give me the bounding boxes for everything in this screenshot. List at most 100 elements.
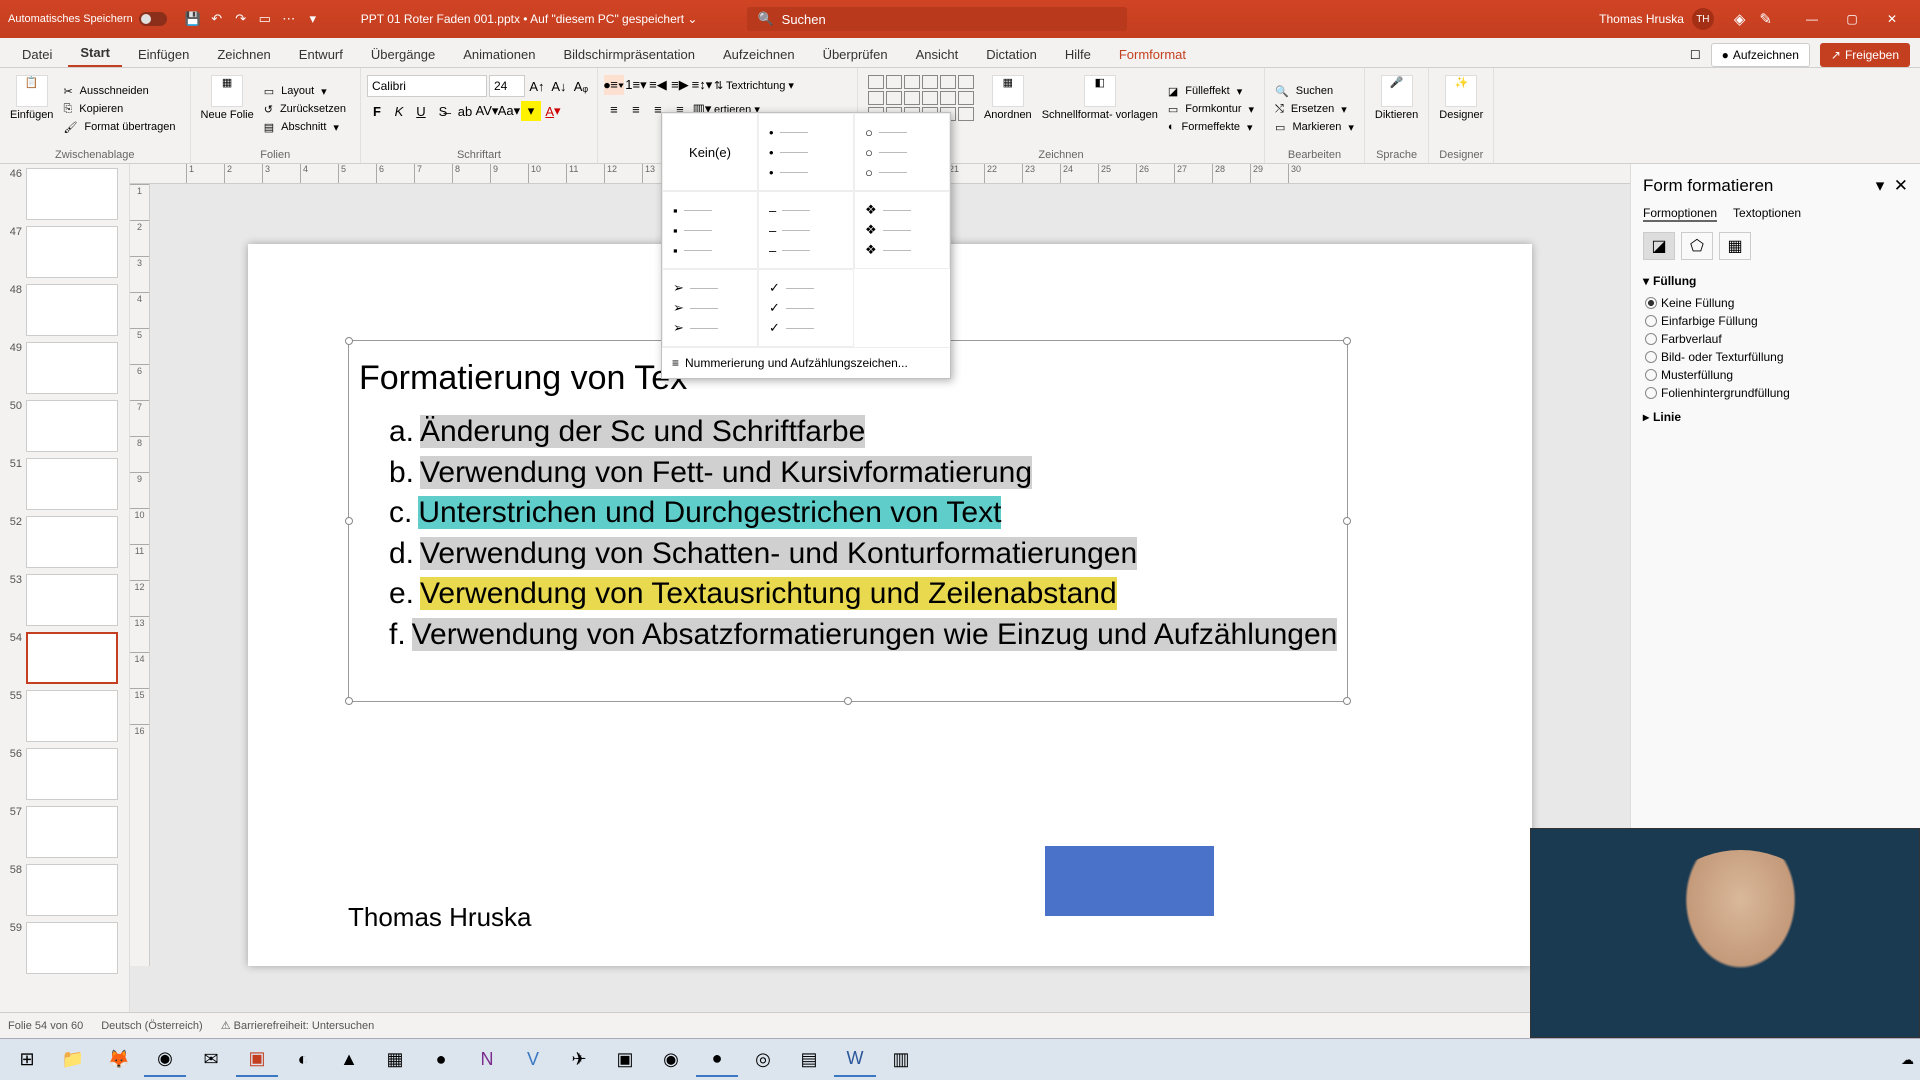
slide-thumb-58[interactable] <box>26 864 118 916</box>
cut-button[interactable]: ✂ Ausschneiden <box>59 83 156 99</box>
slide-thumb-57[interactable] <box>26 806 118 858</box>
slideshow-icon[interactable]: ▭ <box>257 11 273 27</box>
redo-icon[interactable]: ↷ <box>233 11 249 27</box>
tab-uebergaenge[interactable]: Übergänge <box>359 42 447 67</box>
line-spacing-icon[interactable]: ≡↕▾ <box>692 75 712 95</box>
grow-font-icon[interactable]: A↑ <box>527 76 547 96</box>
powerpoint-icon[interactable]: ▣ <box>236 1043 278 1077</box>
slide-thumbnails[interactable]: 4647484950515253545556575859 <box>0 164 130 1012</box>
tab-bildschirm[interactable]: Bildschirmpräsentation <box>551 42 707 67</box>
app9-icon[interactable]: ▥ <box>880 1043 922 1077</box>
select-button[interactable]: ▭ Markieren ▾ <box>1271 119 1358 135</box>
list-item[interactable]: e.Verwendung von Textausrichtung und Zei… <box>389 574 1347 615</box>
slide-thumb-51[interactable] <box>26 458 118 510</box>
format-painter-button[interactable]: 🖌 Format übertragen <box>59 119 183 135</box>
strike-button[interactable]: S̶ <box>433 101 453 121</box>
tab-formformat[interactable]: Formformat <box>1107 42 1198 67</box>
case-button[interactable]: Aa▾ <box>499 101 519 121</box>
align-left-icon[interactable]: ≡ <box>604 99 624 119</box>
tab-ueberpruefen[interactable]: Überprüfen <box>811 42 900 67</box>
highlight-button[interactable]: ▾ <box>521 101 541 121</box>
tab-entwurf[interactable]: Entwurf <box>287 42 355 67</box>
tab-formoptionen[interactable]: Formoptionen <box>1643 206 1717 222</box>
shape-outline-button[interactable]: ▭ Formkontur ▾ <box>1164 101 1258 117</box>
blue-rectangle-shape[interactable] <box>1045 846 1214 916</box>
fill-option[interactable]: Keine Füllung <box>1643 294 1908 312</box>
indent-inc-icon[interactable]: ≡▶ <box>670 75 690 95</box>
layout-button[interactable]: ▭ Layout ▾ <box>260 83 331 99</box>
spacing-button[interactable]: AV▾ <box>477 101 497 121</box>
section-button[interactable]: ▤ Abschnitt ▾ <box>260 119 343 135</box>
tab-einfuegen[interactable]: Einfügen <box>126 42 201 67</box>
app-icon[interactable]: ◐ <box>282 1043 324 1077</box>
pane-close-icon[interactable]: ✕ <box>1894 176 1908 195</box>
slide-thumb-48[interactable] <box>26 284 118 336</box>
tab-textoptionen[interactable]: Textoptionen <box>1733 206 1801 222</box>
text-direction-button[interactable]: ⇅ Textrichtung ▾ <box>714 79 794 92</box>
slide-thumb-52[interactable] <box>26 516 118 568</box>
account-button[interactable]: Thomas Hruska TH <box>1599 8 1714 30</box>
clear-format-icon[interactable]: Aᵩ <box>571 76 591 96</box>
close-button[interactable]: ✕ <box>1872 3 1912 35</box>
resize-handle[interactable] <box>345 517 353 525</box>
save-icon[interactable]: 💾 <box>185 11 201 27</box>
fill-line-icon[interactable]: ◪ <box>1643 232 1675 260</box>
bullet-check[interactable]: ✓✓✓ <box>758 269 854 347</box>
align-center-icon[interactable]: ≡ <box>626 99 646 119</box>
slide-thumb-55[interactable] <box>26 690 118 742</box>
bullets-more[interactable]: ≡ Nummerierung und Aufzählungszeichen... <box>662 347 950 378</box>
bullet-diamond[interactable]: ❖❖❖ <box>854 191 950 269</box>
app8-icon[interactable]: ▤ <box>788 1043 830 1077</box>
qat-dropdown-icon[interactable]: ▾ <box>305 11 321 27</box>
arrange-button[interactable]: ▦Anordnen <box>980 71 1036 147</box>
list-item[interactable]: a.Änderung der Sc und Schriftfarbe <box>389 412 1347 453</box>
numbering-button[interactable]: 1≡▾ <box>626 75 646 95</box>
effects-icon[interactable]: ⬠ <box>1681 232 1713 260</box>
list-item[interactable]: c.Unterstrichen und Durchgestrichen von … <box>389 493 1347 534</box>
indent-dec-icon[interactable]: ≡◀ <box>648 75 668 95</box>
pen-icon[interactable]: ✎ <box>1759 10 1772 28</box>
resize-handle[interactable] <box>1343 697 1351 705</box>
tab-aufzeichnen[interactable]: Aufzeichnen <box>711 42 807 67</box>
list-item[interactable]: d.Verwendung von Schatten- und Konturfor… <box>389 534 1347 575</box>
slide-thumb-46[interactable] <box>26 168 118 220</box>
start-button[interactable]: ⊞ <box>6 1043 48 1077</box>
tab-dictation[interactable]: Dictation <box>974 42 1049 67</box>
font-name-select[interactable]: Calibri <box>367 75 487 97</box>
shadow-button[interactable]: ab <box>455 101 475 121</box>
underline-button[interactable]: U <box>411 101 431 121</box>
fill-option[interactable]: Farbverlauf <box>1643 330 1908 348</box>
slide-thumb-53[interactable] <box>26 574 118 626</box>
paste-button[interactable]: 📋Einfügen <box>6 71 57 147</box>
word-icon[interactable]: W <box>834 1043 876 1077</box>
telegram-icon[interactable]: ✈ <box>558 1043 600 1077</box>
tab-hilfe[interactable]: Hilfe <box>1053 42 1103 67</box>
author-text[interactable]: Thomas Hruska <box>348 902 532 933</box>
quick-styles-button[interactable]: ◧Schnellformat- vorlagen <box>1038 71 1162 147</box>
new-slide-button[interactable]: ▦Neue Folie <box>197 71 258 147</box>
resize-handle[interactable] <box>1343 337 1351 345</box>
slide-thumb-47[interactable] <box>26 226 118 278</box>
resize-handle[interactable] <box>345 337 353 345</box>
shape-effects-button[interactable]: ◐ Formeffekte ▾ <box>1164 119 1257 135</box>
vlc-icon[interactable]: ▲ <box>328 1043 370 1077</box>
language-button[interactable]: Deutsch (Österreich) <box>101 1020 202 1032</box>
app6-icon[interactable]: ● <box>696 1043 738 1077</box>
bullet-square[interactable]: ▪▪▪ <box>662 191 758 269</box>
toggle-icon[interactable] <box>139 12 167 26</box>
app7-icon[interactable]: ◎ <box>742 1043 784 1077</box>
bullet-disc[interactable]: ••• <box>758 113 854 191</box>
share-button[interactable]: ↗ Freigeben <box>1820 43 1910 67</box>
chrome-icon[interactable]: ◉ <box>144 1043 186 1077</box>
onenote-icon[interactable]: N <box>466 1043 508 1077</box>
content-textbox[interactable]: Formatierung von Tex a.Änderung der Sc u… <box>348 340 1348 702</box>
more-icon[interactable]: ⋯ <box>281 11 297 27</box>
shrink-font-icon[interactable]: A↓ <box>549 76 569 96</box>
fill-option[interactable]: Musterfüllung <box>1643 366 1908 384</box>
autosave-toggle[interactable]: Automatisches Speichern <box>8 12 167 26</box>
maximize-button[interactable]: ▢ <box>1832 3 1872 35</box>
italic-button[interactable]: K <box>389 101 409 121</box>
tab-animationen[interactable]: Animationen <box>451 42 547 67</box>
app5-icon[interactable]: ◉ <box>650 1043 692 1077</box>
resize-handle[interactable] <box>345 697 353 705</box>
